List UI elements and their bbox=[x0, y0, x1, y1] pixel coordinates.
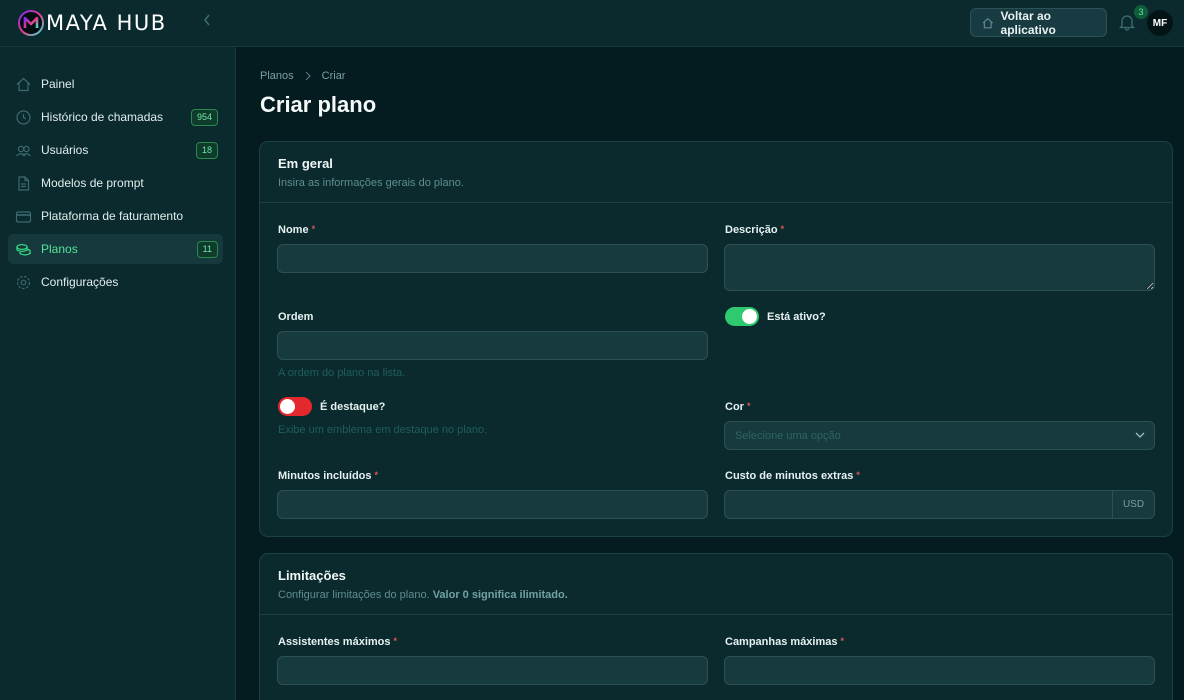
color-select[interactable]: Selecione uma opção bbox=[724, 421, 1155, 450]
limits-section: Limitações Configurar limitações do plan… bbox=[259, 553, 1173, 700]
avatar[interactable]: MF bbox=[1147, 10, 1173, 36]
required-marker: * bbox=[311, 224, 316, 234]
minutes-label: Minutos incluídos * bbox=[278, 470, 378, 482]
color-label-text: Cor bbox=[725, 401, 744, 413]
sidebar-item-usuarios[interactable]: Usuários 18 bbox=[8, 135, 223, 165]
sidebar-item-label: Modelos de prompt bbox=[41, 176, 144, 190]
bell-icon[interactable] bbox=[1118, 13, 1136, 31]
logo-text: MAYA HUB bbox=[46, 11, 167, 35]
users-icon bbox=[15, 142, 32, 159]
featured-toggle[interactable] bbox=[278, 397, 312, 416]
main-content: Planos Criar Criar plano Em geral Insira… bbox=[236, 47, 1184, 700]
required-marker: * bbox=[840, 636, 845, 646]
featured-hint: Exibe um emblema em destaque no plano. bbox=[278, 424, 488, 436]
sidebar-item-modelos[interactable]: Modelos de prompt bbox=[8, 168, 223, 198]
required-marker: * bbox=[374, 470, 379, 480]
extra-cost-label: Custo de minutos extras * bbox=[725, 470, 860, 482]
section-description: Insira as informações gerais do plano. bbox=[278, 177, 464, 189]
back-to-app-button[interactable]: Voltar ao aplicativo bbox=[970, 8, 1107, 37]
max-campaigns-label: Campanhas máximas * bbox=[725, 636, 844, 648]
section-title: Limitações bbox=[278, 568, 346, 583]
section-description-strong: Valor 0 significa ilimitado. bbox=[432, 589, 568, 601]
description-label-text: Descrição bbox=[725, 224, 778, 236]
sidebar-item-label: Painel bbox=[41, 77, 75, 91]
billing-icon bbox=[15, 208, 32, 225]
max-assistants-input[interactable] bbox=[277, 656, 708, 685]
active-label: Está ativo? bbox=[767, 311, 826, 323]
name-input[interactable] bbox=[277, 244, 708, 273]
sidebar-item-historico[interactable]: Histórico de chamadas 954 bbox=[8, 102, 223, 132]
document-icon bbox=[15, 175, 32, 192]
sidebar: Painel Histórico de chamadas 954 Usuário… bbox=[0, 47, 236, 700]
section-header: Limitações Configurar limitações do plan… bbox=[260, 554, 1172, 615]
chevron-left-icon bbox=[203, 14, 210, 26]
sidebar-item-label: Plataforma de faturamento bbox=[41, 209, 184, 223]
sidebar-item-faturamento[interactable]: Plataforma de faturamento bbox=[8, 201, 223, 231]
section-description: Configurar limitações do plano. Valor 0 … bbox=[278, 589, 1154, 601]
active-toggle[interactable] bbox=[725, 307, 759, 326]
sidebar-item-painel[interactable]: Painel bbox=[8, 69, 223, 99]
breadcrumb-current: Criar bbox=[321, 70, 346, 82]
color-select-placeholder: Selecione uma opção bbox=[735, 430, 841, 442]
description-textarea[interactable] bbox=[724, 244, 1155, 291]
gear-icon bbox=[15, 274, 32, 291]
page-title: Criar plano bbox=[260, 92, 377, 117]
breadcrumb: Planos Criar bbox=[260, 70, 345, 82]
name-label-text: Nome bbox=[278, 224, 309, 236]
count-badge: 954 bbox=[190, 109, 218, 126]
minutes-input[interactable] bbox=[277, 490, 708, 519]
back-to-app-label: Voltar ao aplicativo bbox=[1000, 8, 1056, 37]
sidebar-item-label: Usuários bbox=[41, 143, 89, 157]
sidebar-item-configuracoes[interactable]: Configurações bbox=[8, 267, 223, 297]
required-marker: * bbox=[856, 470, 860, 480]
count-badge: 18 bbox=[195, 142, 218, 159]
description-label: Descrição * bbox=[725, 224, 784, 236]
sidebar-item-label: Histórico de chamadas bbox=[41, 110, 164, 124]
order-label: Ordem bbox=[278, 311, 314, 323]
required-marker: * bbox=[393, 636, 398, 646]
required-marker: * bbox=[746, 401, 751, 411]
breadcrumb-link-planos[interactable]: Planos bbox=[260, 70, 294, 82]
toggle-knob bbox=[742, 309, 757, 324]
maya-logo-icon bbox=[18, 10, 44, 36]
history-icon bbox=[15, 109, 32, 126]
notification-badge: 3 bbox=[1134, 5, 1148, 19]
sidebar-item-label: Planos bbox=[41, 242, 78, 256]
sidebar-nav: Painel Histórico de chamadas 954 Usuário… bbox=[8, 69, 223, 300]
required-marker: * bbox=[780, 224, 785, 234]
name-label: Nome * bbox=[278, 224, 315, 236]
order-hint: A ordem do plano na lista. bbox=[278, 367, 406, 379]
top-bar: MAYA HUB Voltar ao aplicativo 3 MF bbox=[0, 0, 1184, 47]
max-assistants-label: Assistentes máximos * bbox=[278, 636, 397, 648]
currency-suffix: USD bbox=[1112, 491, 1154, 518]
minutes-label-text: Minutos incluídos bbox=[278, 470, 372, 482]
count-badge: 11 bbox=[196, 241, 218, 258]
toggle-knob bbox=[280, 399, 295, 414]
sidebar-item-planos[interactable]: Planos 11 bbox=[8, 234, 223, 264]
section-title: Em geral bbox=[278, 156, 333, 171]
home-icon bbox=[15, 76, 32, 93]
max-assistants-label-text: Assistentes máximos bbox=[278, 636, 391, 648]
section-description-text: Configurar limitações do plano. bbox=[278, 589, 430, 601]
collapse-sidebar-button[interactable] bbox=[202, 13, 212, 32]
color-label: Cor * bbox=[725, 401, 750, 413]
home-icon bbox=[982, 17, 993, 28]
general-section: Em geral Insira as informações gerais do… bbox=[259, 141, 1173, 537]
chevron-down-icon bbox=[1135, 432, 1145, 438]
section-header: Em geral Insira as informações gerais do… bbox=[260, 142, 1172, 203]
extra-cost-label-text: Custo de minutos extras bbox=[725, 470, 854, 482]
logo[interactable]: MAYA HUB bbox=[18, 10, 167, 36]
sidebar-item-label: Configurações bbox=[41, 275, 119, 289]
max-campaigns-label-text: Campanhas máximas bbox=[725, 636, 838, 648]
featured-label: É destaque? bbox=[320, 401, 386, 413]
extra-cost-field[interactable]: USD bbox=[724, 490, 1155, 519]
order-input[interactable] bbox=[277, 331, 708, 360]
coins-icon bbox=[15, 241, 32, 258]
max-campaigns-input[interactable] bbox=[724, 656, 1155, 685]
chevron-right-icon bbox=[305, 71, 311, 81]
